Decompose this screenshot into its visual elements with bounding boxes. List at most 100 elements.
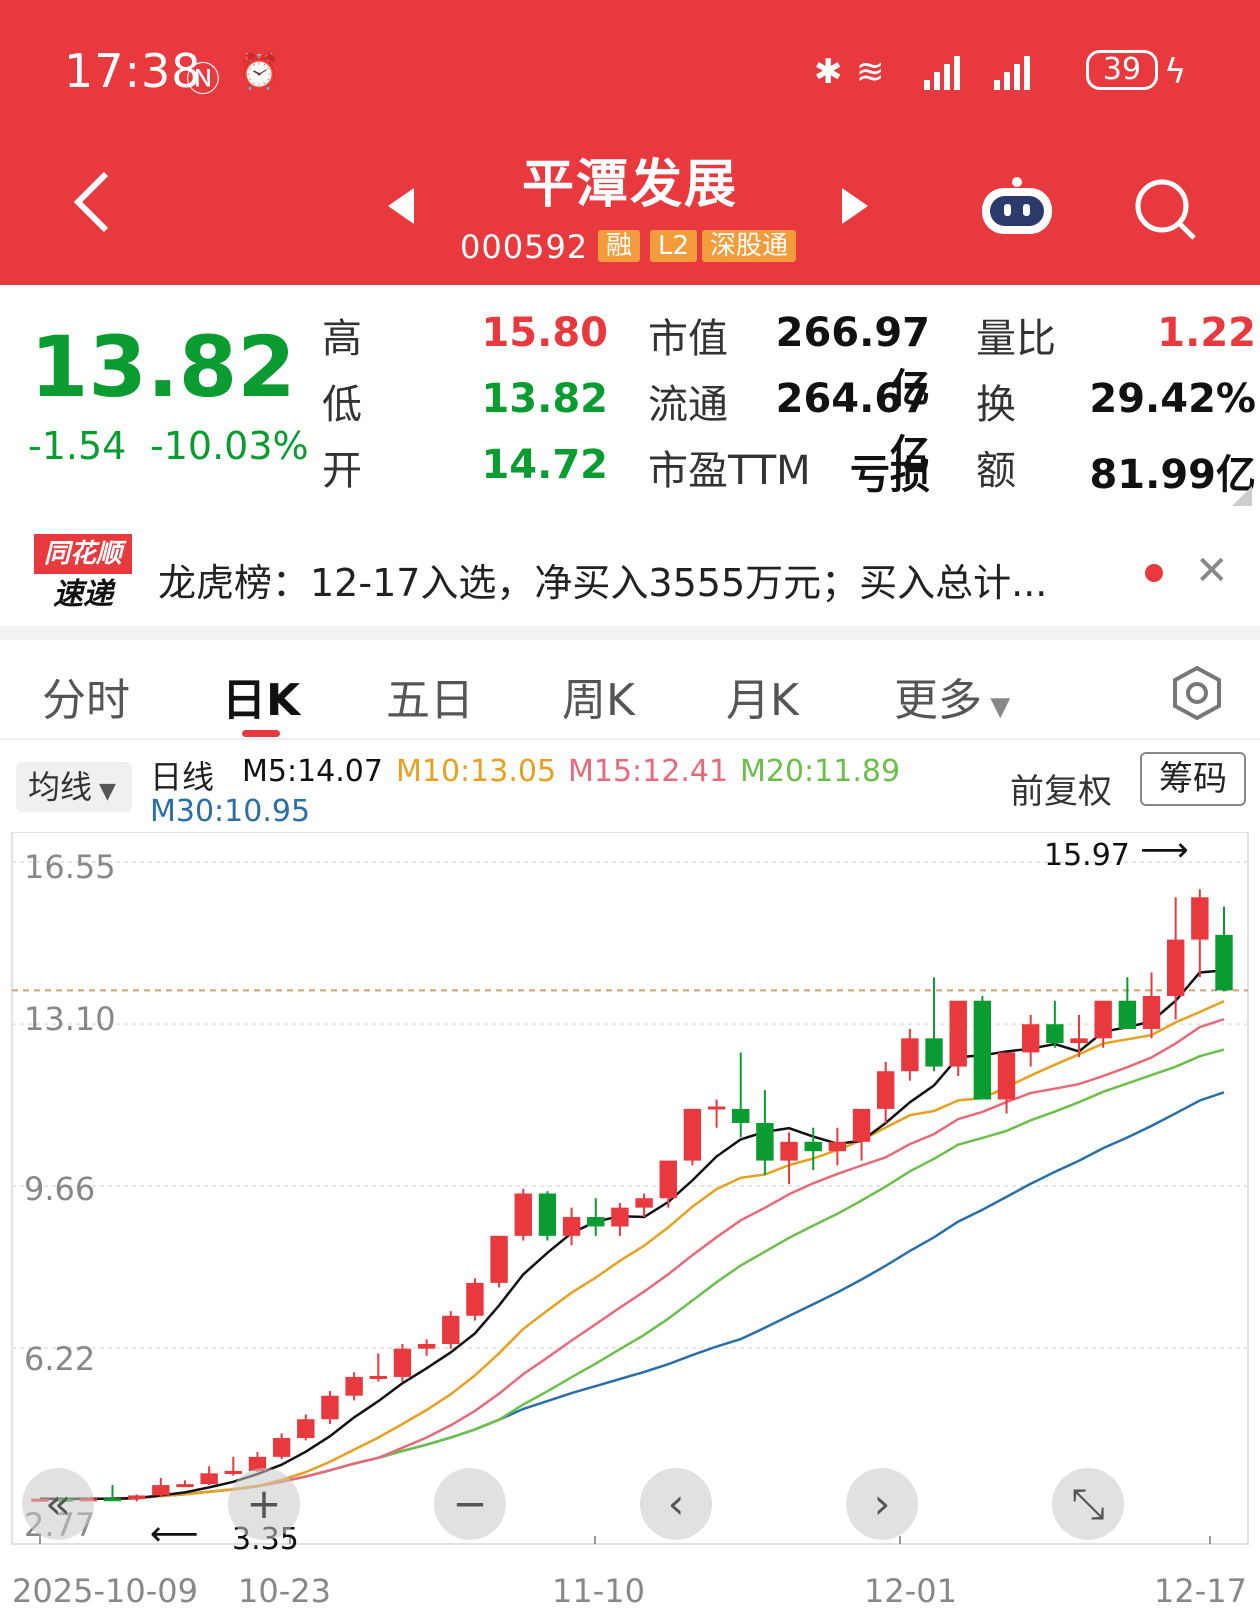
candle-body — [901, 1038, 919, 1072]
tab-monthly-k[interactable]: 月K — [726, 664, 799, 728]
x-tick-label: 11-10 — [552, 1572, 645, 1610]
expand-corner-icon[interactable] — [1232, 486, 1252, 506]
candle-body — [345, 1376, 363, 1396]
arrow-left-icon: ⟵ — [150, 1514, 199, 1554]
bluetooth-icon: ✱ — [814, 52, 843, 92]
price-change-pct: -10.03% — [150, 424, 309, 468]
ma-type-label: 日线 — [150, 758, 215, 796]
scroll-right-button[interactable]: › — [846, 1468, 918, 1540]
section-separator — [0, 626, 1260, 640]
candle-body — [611, 1207, 629, 1227]
candle-body — [321, 1395, 339, 1420]
value-low: 13.82 — [481, 376, 608, 422]
candle-body — [780, 1141, 798, 1161]
stock-code: 000592 — [460, 228, 589, 266]
label-low: 低 — [322, 382, 362, 428]
badge-margin: 融 — [598, 230, 641, 262]
high-price-annotation: 15.97 — [1044, 838, 1130, 873]
y-tick-label: 16.55 — [24, 848, 116, 886]
candle-body — [466, 1282, 484, 1316]
tab-five-day[interactable]: 五日 — [386, 664, 474, 728]
candle-body — [127, 1495, 146, 1500]
label-turnover: 换 — [976, 382, 1016, 428]
close-icon[interactable]: ✕ — [1195, 548, 1229, 594]
candle-body — [200, 1473, 218, 1485]
tab-more[interactable]: 更多 ▼ — [894, 664, 1010, 728]
settings-icon[interactable] — [1170, 666, 1224, 720]
candle-body — [176, 1484, 194, 1488]
candle-body — [562, 1217, 581, 1236]
y-tick-label: 9.66 — [24, 1170, 96, 1208]
y-tick-label: 6.22 — [24, 1340, 96, 1378]
stock-name: 平潭发展 — [521, 155, 738, 215]
news-headline[interactable]: 龙虎榜：12-17入选，净买入3555万元；买入总计... — [158, 552, 1047, 607]
candle-body — [1094, 1000, 1112, 1039]
badge-sz-connect: 深股通 — [702, 230, 797, 262]
ma30-value: M30:10.95 — [150, 794, 311, 829]
candle-body — [1070, 1038, 1088, 1044]
candle-body — [1021, 1024, 1040, 1053]
candle-body — [224, 1470, 243, 1474]
tab-divider — [0, 738, 1260, 740]
candle-body — [997, 1052, 1016, 1100]
candle-body — [756, 1122, 774, 1161]
value-open: 14.72 — [481, 442, 608, 488]
alarm-icon: ⏰ — [238, 52, 281, 92]
news-logo-bottom: 速递 — [53, 577, 113, 612]
fullscreen-button[interactable]: ⤡ — [1052, 1468, 1124, 1540]
label-float-cap: 流通 — [648, 382, 728, 428]
candle-body — [1046, 1024, 1064, 1044]
chevron-down-icon: ▼ — [92, 779, 116, 804]
value-amount: 81.99亿 — [1089, 452, 1256, 498]
badge-l2: L2 — [650, 230, 698, 262]
x-tick-label: 2025-10-09 — [12, 1572, 198, 1610]
ma-selector-label: 均线 — [28, 768, 93, 806]
zoom-in-button[interactable]: + — [228, 1468, 300, 1540]
current-price: 13.82 — [30, 318, 296, 416]
candle-body — [103, 1498, 122, 1502]
scroll-left-button[interactable]: ‹ — [640, 1468, 712, 1540]
search-icon[interactable] — [1132, 176, 1198, 242]
signal-icon — [924, 56, 1030, 90]
ma20-value: M20:11.89 — [740, 754, 901, 789]
adjust-mode[interactable]: 前复权 — [1010, 764, 1112, 813]
candle-body — [949, 1000, 967, 1067]
tab-more-label: 更多 — [894, 675, 982, 726]
wifi-icon: ≋ — [856, 52, 885, 92]
unread-dot — [1145, 564, 1163, 582]
candle-body — [1142, 996, 1161, 1029]
ma5-value: M5:14.07 — [242, 754, 383, 789]
ma-selector[interactable]: 均线 ▼ — [16, 762, 132, 812]
label-amount: 额 — [976, 448, 1016, 494]
candle-body — [369, 1375, 387, 1379]
candle-body — [297, 1419, 315, 1439]
candle-body — [732, 1108, 750, 1123]
tab-weekly-k[interactable]: 周K — [562, 664, 635, 728]
robot-assistant-icon[interactable] — [978, 176, 1056, 236]
candle-body — [1191, 897, 1209, 940]
nfc-icon: Ⓝ — [186, 60, 220, 100]
tab-intraday[interactable]: 分时 — [42, 664, 130, 728]
ma15-value: M15:12.41 — [568, 754, 729, 789]
candle-body — [659, 1160, 677, 1199]
candle-body — [635, 1198, 653, 1208]
candle-body — [587, 1217, 605, 1227]
ma10-value: M10:13.05 — [396, 754, 557, 789]
label-open: 开 — [322, 448, 362, 494]
candle-body — [925, 1038, 943, 1067]
battery-icon: 39 — [1086, 50, 1158, 90]
tab-daily-k[interactable]: 日K — [222, 664, 300, 728]
chip-distribution-button[interactable]: 筹码 — [1140, 752, 1246, 806]
value-pe-ttm: 亏损 — [850, 452, 930, 498]
value-high: 15.80 — [481, 310, 608, 356]
zoom-out-button[interactable]: − — [434, 1468, 506, 1540]
candle-body — [1215, 934, 1233, 991]
candle-body — [804, 1141, 822, 1152]
news-logo-top: 同花顺 — [34, 534, 132, 574]
next-stock-icon[interactable] — [840, 186, 870, 226]
candle-body — [973, 1000, 992, 1100]
label-high: 高 — [322, 316, 362, 362]
candle-body — [514, 1193, 532, 1236]
rewind-button[interactable]: « — [22, 1468, 94, 1540]
label-volume-ratio: 量比 — [976, 316, 1056, 362]
